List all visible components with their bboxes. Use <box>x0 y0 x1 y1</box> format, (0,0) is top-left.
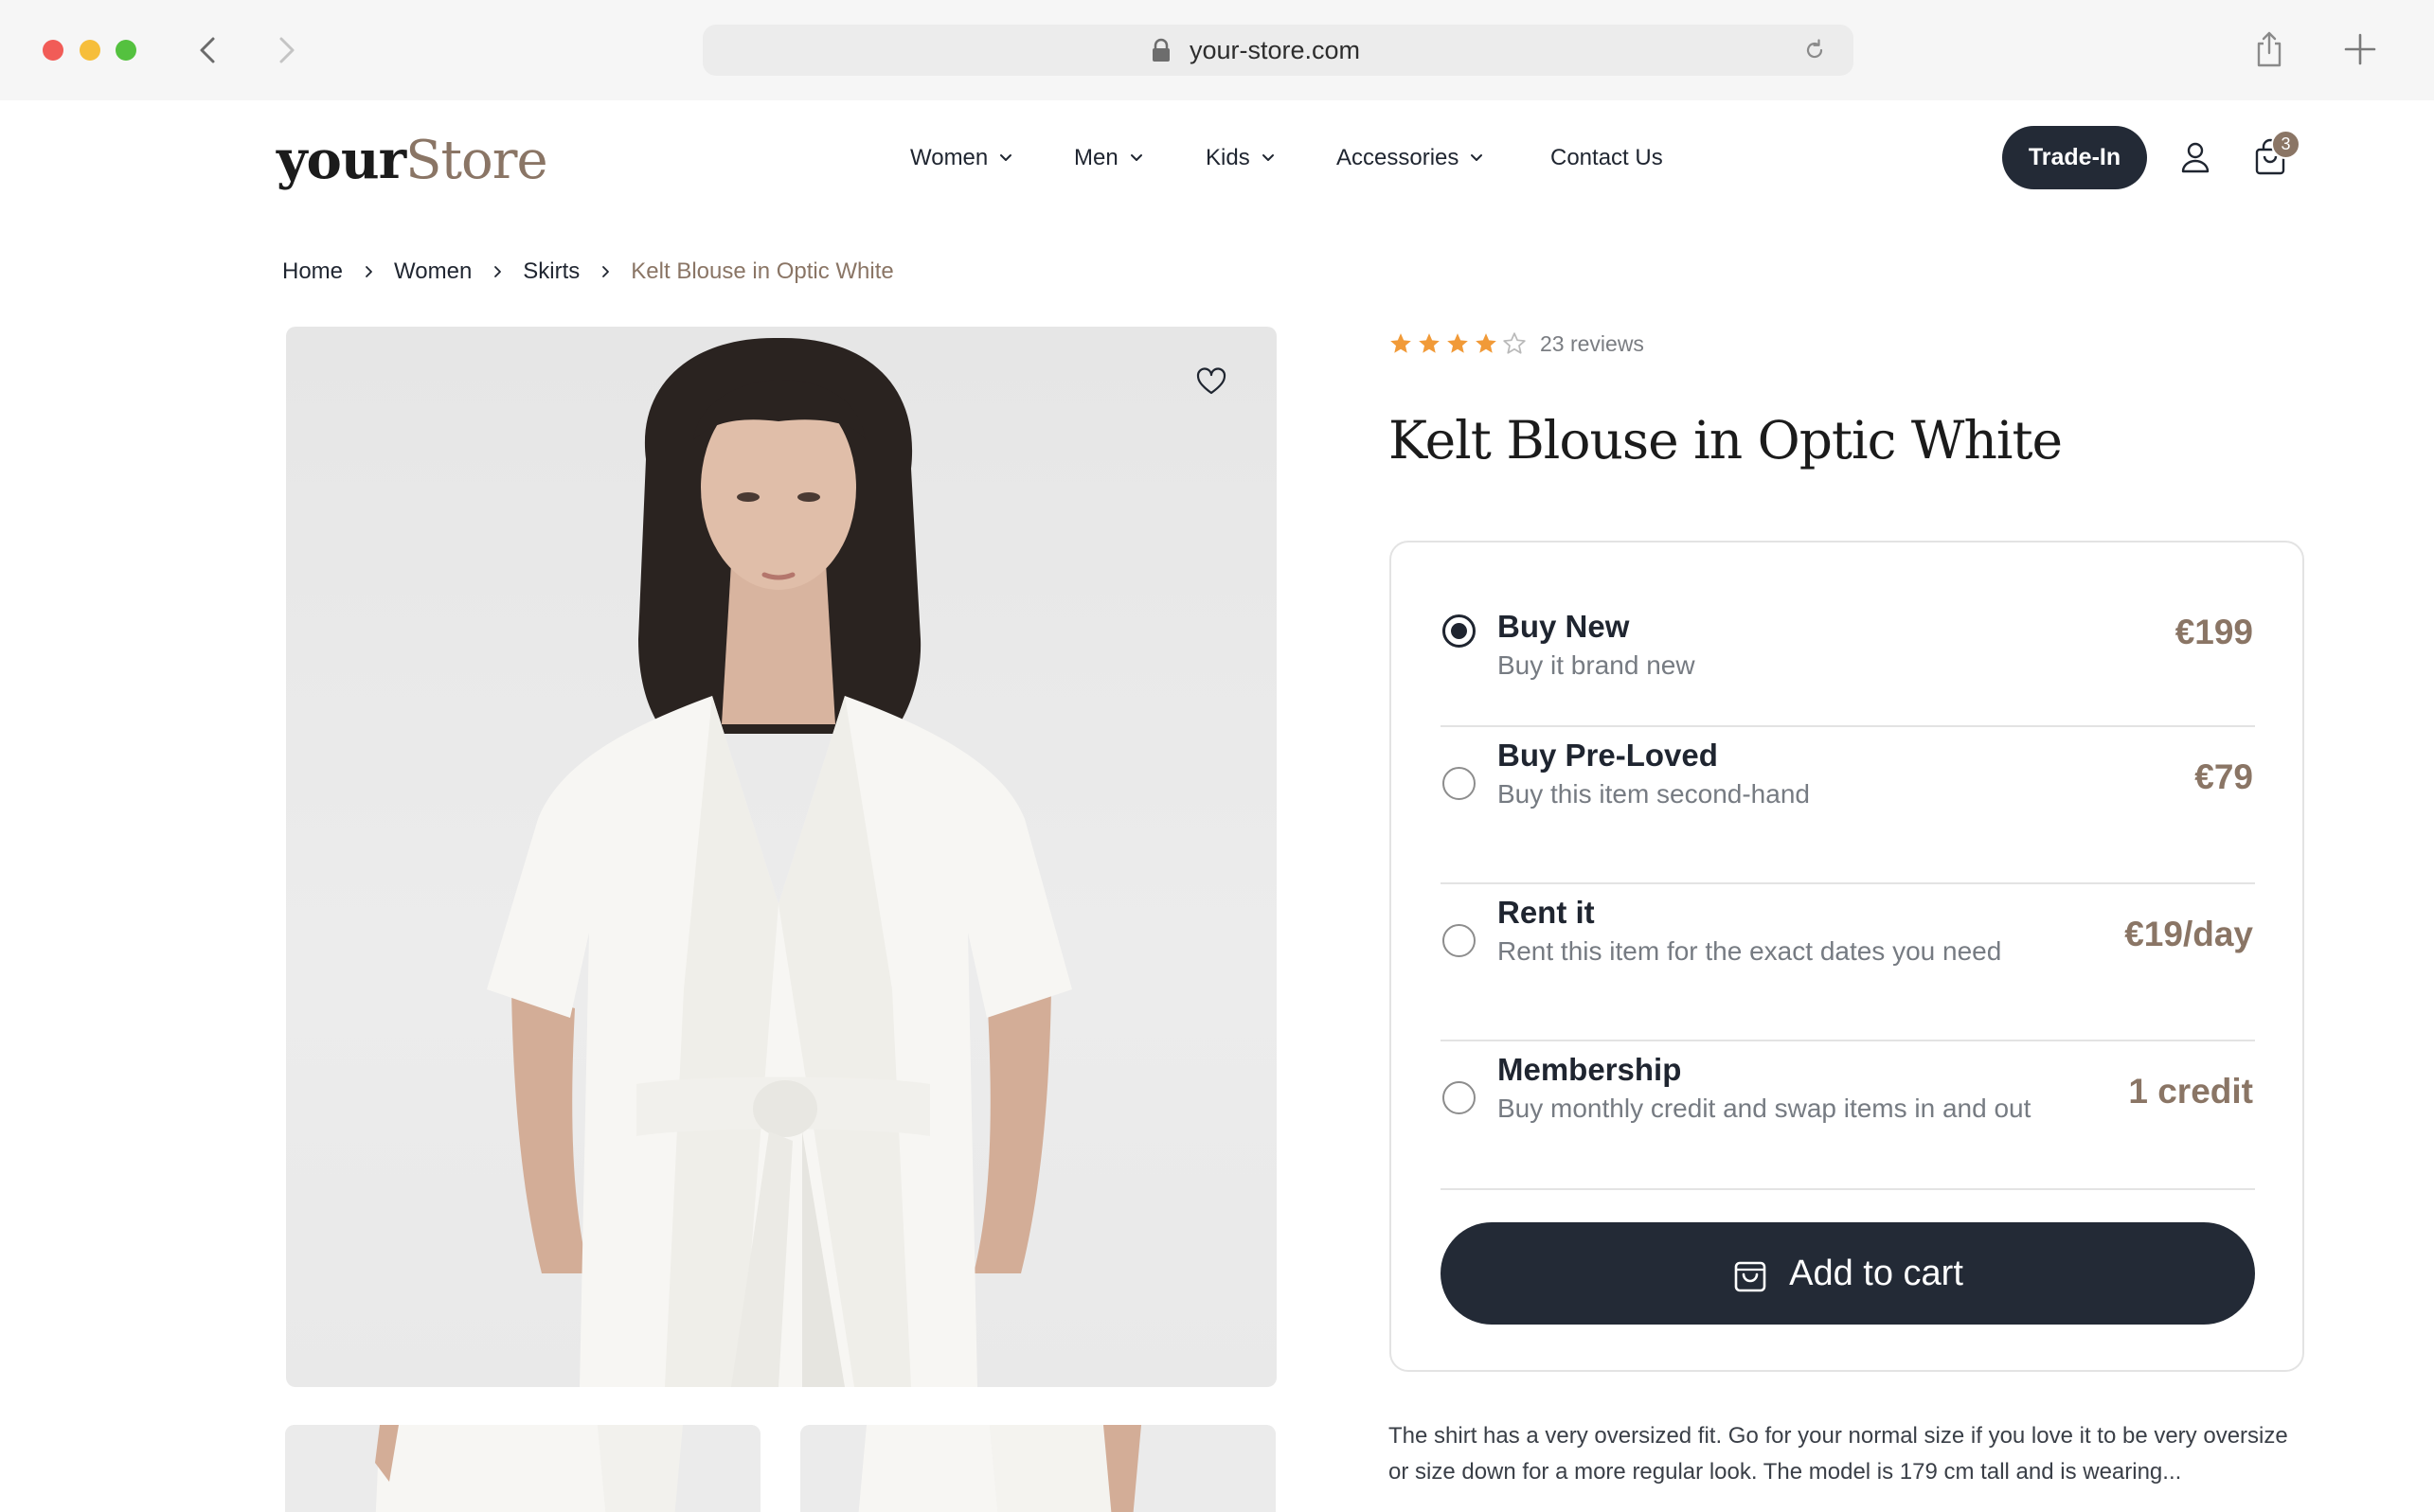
logo-text-store: Store <box>405 130 547 191</box>
breadcrumb-skirts[interactable]: Skirts <box>523 258 580 285</box>
lock-icon <box>1153 38 1170 62</box>
nav-label: Accessories <box>1336 145 1459 170</box>
trade-in-button[interactable]: Trade-In <box>2002 126 2147 189</box>
divider <box>1441 1188 2255 1190</box>
nav-label: Men <box>1074 145 1119 170</box>
product-thumbnail[interactable] <box>285 1425 761 1512</box>
option-price: €19/day <box>2124 915 2253 953</box>
product-thumbnail[interactable] <box>800 1425 1276 1512</box>
star-empty-icon <box>1503 332 1526 354</box>
store-logo[interactable]: yourStore <box>277 127 548 194</box>
user-icon[interactable] <box>2178 140 2212 174</box>
cart-count-badge: 3 <box>2271 130 2300 159</box>
star-filled-icon <box>1476 333 1496 353</box>
add-to-cart-button[interactable]: Add to cart <box>1441 1222 2255 1325</box>
option-description: Rent this item for the exact dates you n… <box>1497 936 2002 966</box>
nav-item-contact-us[interactable]: Contact Us <box>1550 142 1663 174</box>
option-name: Membership <box>1497 1052 1682 1087</box>
window-close-button[interactable] <box>43 40 63 61</box>
option-description: Buy this item second-hand <box>1497 779 1810 809</box>
breadcrumb-women[interactable]: Women <box>394 258 472 285</box>
logo-text-your: your <box>277 129 406 191</box>
nav-item-kids[interactable]: Kids <box>1206 142 1277 174</box>
radio-button[interactable] <box>1442 924 1476 957</box>
chevron-down-icon <box>1262 154 1274 161</box>
chevron-down-icon <box>1000 154 1012 161</box>
model-illustration <box>487 337 1072 1387</box>
address-bar[interactable]: your-store.com <box>703 25 1853 76</box>
option-price: €199 <box>2174 613 2253 651</box>
nav-item-men[interactable]: Men <box>1074 142 1145 174</box>
option-description: Buy monthly credit and swap items in and… <box>1497 1094 2031 1123</box>
nav-label: Contact Us <box>1550 145 1663 170</box>
option-name: Buy New <box>1497 609 1630 644</box>
option-name: Buy Pre-Loved <box>1497 738 1718 773</box>
shopping-bag-icon <box>1734 1261 1766 1292</box>
url-text: your-store.com <box>1190 36 1361 64</box>
option-name: Rent it <box>1497 895 1595 930</box>
breadcrumb: Home Women Skirts Kelt Blouse in Optic W… <box>282 256 894 288</box>
product-title: Kelt Blouse in Optic White <box>1388 410 2063 471</box>
nav-item-accessories[interactable]: Accessories <box>1336 142 1485 174</box>
option-buy-pre-loved[interactable]: Buy Pre-Loved Buy this item second-hand … <box>1441 738 2255 895</box>
product-rating[interactable]: 23 reviews <box>1388 328 1644 360</box>
radio-button-selected[interactable] <box>1442 614 1476 648</box>
nav-item-women[interactable]: Women <box>910 142 1014 174</box>
radio-button[interactable] <box>1442 767 1476 800</box>
option-price: 1 credit <box>2128 1072 2253 1111</box>
thumbnail-image <box>285 1425 761 1512</box>
star-filled-icon <box>1447 333 1468 353</box>
radio-button[interactable] <box>1442 1081 1476 1114</box>
divider <box>1441 725 2255 727</box>
chevron-down-icon <box>1471 154 1483 161</box>
breadcrumb-home[interactable]: Home <box>282 258 343 285</box>
chevron-right-icon[interactable] <box>267 31 305 69</box>
star-filled-icon <box>1390 333 1411 353</box>
product-description: The shirt has a very oversized fit. Go f… <box>1388 1423 2288 1485</box>
reload-icon[interactable] <box>1801 37 1828 63</box>
option-membership[interactable]: Membership Buy monthly credit and swap i… <box>1441 1052 2255 1209</box>
divider <box>1441 1040 2255 1041</box>
window-minimize-button[interactable] <box>80 40 100 61</box>
divider <box>1441 882 2255 884</box>
window-zoom-button[interactable] <box>116 40 136 61</box>
add-to-cart-label: Add to cart <box>1789 1253 1963 1293</box>
product-main-image[interactable] <box>286 327 1277 1387</box>
thumbnail-image <box>800 1425 1276 1512</box>
browser-toolbar: your-store.com <box>0 0 2434 100</box>
plus-icon[interactable] <box>2342 31 2378 67</box>
heart-icon[interactable] <box>1195 365 1227 398</box>
chevron-left-icon[interactable] <box>189 31 227 69</box>
option-buy-new[interactable]: Buy New Buy it brand new €199 <box>1441 580 2255 738</box>
chevron-right-icon <box>494 266 502 277</box>
chevron-right-icon <box>366 266 372 277</box>
chevron-down-icon <box>1130 154 1142 161</box>
option-rent-it[interactable]: Rent it Rent this item for the exact dat… <box>1441 895 2255 1052</box>
purchase-options-card: Buy New Buy it brand new €199 Buy Pre-Lo… <box>1389 541 2304 1372</box>
option-description: Buy it brand new <box>1497 650 1695 680</box>
share-icon[interactable] <box>2252 30 2286 68</box>
nav-label: Kids <box>1206 145 1250 170</box>
nav-label: Women <box>910 145 989 170</box>
reviews-count[interactable]: 23 reviews <box>1540 331 1644 357</box>
option-price: €79 <box>2194 757 2253 796</box>
breadcrumb-current: Kelt Blouse in Optic White <box>631 258 894 284</box>
star-filled-icon <box>1419 333 1440 353</box>
chevron-right-icon <box>602 266 610 277</box>
